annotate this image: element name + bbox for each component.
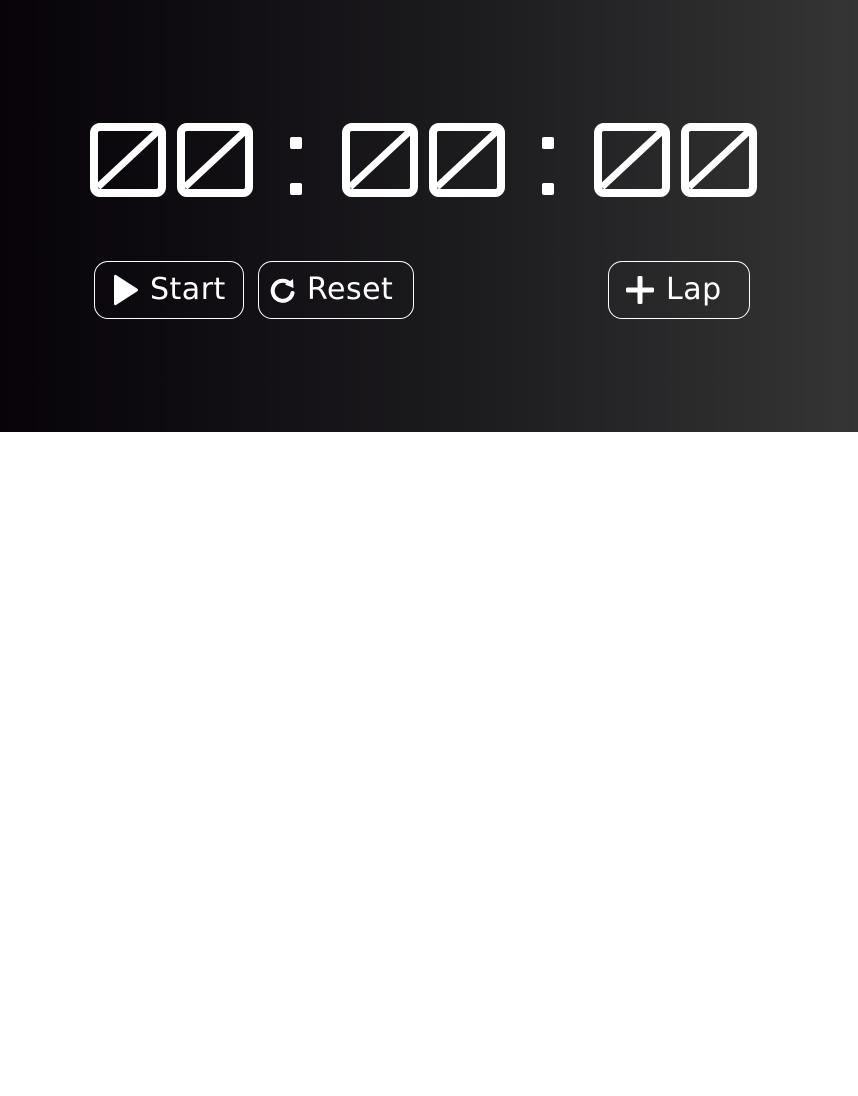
- refresh-icon: [269, 276, 297, 304]
- stopwatch-panel: 00 00 00 : Start Reset Lap: [0, 0, 858, 432]
- lap-label: Lap: [666, 272, 722, 307]
- plus-icon: [624, 274, 656, 306]
- seconds-digit-1: [594, 123, 670, 197]
- play-icon: [112, 272, 140, 308]
- reset-button[interactable]: Reset: [258, 261, 414, 319]
- minutes-digit-2: [429, 123, 505, 197]
- start-button[interactable]: Start: [94, 261, 244, 319]
- hours-digit-2: [177, 123, 253, 197]
- time-separator: [288, 123, 304, 203]
- minutes-digit-1: [342, 123, 418, 197]
- time-separator: [540, 123, 556, 203]
- reset-label: Reset: [307, 272, 394, 307]
- empty-content-area: [0, 432, 858, 1096]
- time-display: 00 00 00 :: [0, 0, 858, 240]
- seconds-digit-2: [681, 123, 757, 197]
- hours-digit-1: [90, 123, 166, 197]
- lap-button[interactable]: Lap: [608, 261, 750, 319]
- start-label: Start: [150, 272, 226, 307]
